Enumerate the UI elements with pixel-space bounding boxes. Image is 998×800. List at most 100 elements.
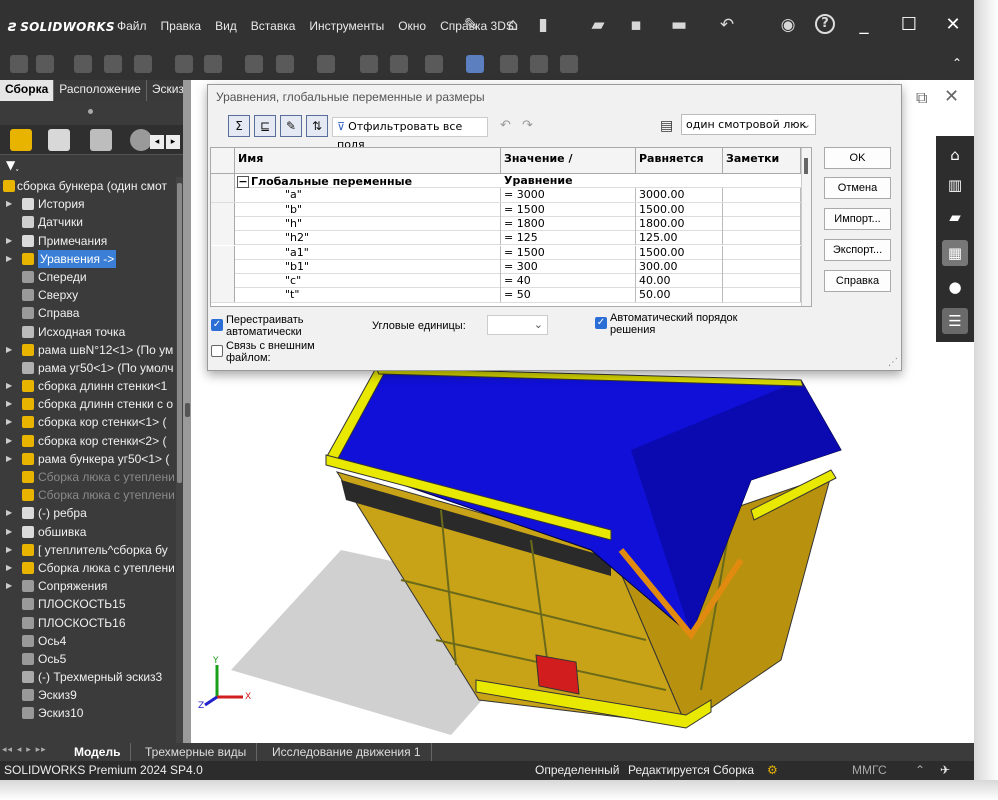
row-header[interactable] xyxy=(211,231,235,246)
view-palette-icon[interactable]: ▦ xyxy=(942,240,968,266)
cell-value[interactable]: 300.00 xyxy=(636,259,723,274)
table-row[interactable]: "h" = 1800 1800.00 xyxy=(211,216,801,232)
tree-item[interactable]: ▶ сборка длинн стенки<1 xyxy=(0,377,176,395)
units-chevron-icon[interactable]: ⌃ xyxy=(915,763,925,777)
cell-value[interactable]: 50.00 xyxy=(636,288,723,303)
row-header[interactable] xyxy=(211,274,235,289)
expand-arrow-icon[interactable]: ▶ xyxy=(6,250,12,268)
open-icon[interactable]: ▰ xyxy=(587,14,609,36)
menu-window[interactable]: Окно xyxy=(391,19,433,33)
tree-item[interactable]: ▶ Примечания xyxy=(0,232,176,250)
menu-tools[interactable]: Инструменты xyxy=(302,19,391,33)
table-scroll-thumb[interactable] xyxy=(804,158,808,174)
undo-icon[interactable]: ↶ xyxy=(716,14,738,36)
cell-notes[interactable] xyxy=(723,216,801,231)
cell-notes[interactable] xyxy=(723,202,801,217)
help-button[interactable]: Справка xyxy=(824,270,891,292)
dimxpert-tab-icon[interactable] xyxy=(130,129,152,151)
menu-insert[interactable]: Вставка xyxy=(244,19,303,33)
tree-item[interactable]: Спереди xyxy=(0,268,176,286)
table-row[interactable]: "h2" = 125 125.00 xyxy=(211,231,801,246)
tab-layout[interactable]: Расположение xyxy=(54,80,147,101)
toolbar-tool-icon[interactable] xyxy=(245,55,263,73)
tree-item[interactable]: (-) Трехмерный эскиз3 xyxy=(0,668,176,686)
tree-item[interactable]: Датчики xyxy=(0,213,176,231)
toolbar-tool-icon[interactable] xyxy=(276,55,294,73)
expand-arrow-icon[interactable]: ▶ xyxy=(6,559,12,577)
tree-item[interactable]: ▶ Уравнения -> xyxy=(0,249,176,268)
table-row[interactable]: "t" = 50 50.00 xyxy=(211,288,801,303)
header-notes[interactable]: Заметки xyxy=(723,148,801,174)
cell-equation[interactable]: = 50 xyxy=(501,288,636,303)
tree-item[interactable]: ▶ сборка кор стенки<2> ( xyxy=(0,432,176,450)
expand-arrow-icon[interactable]: ▶ xyxy=(6,432,12,450)
table-row[interactable]: "a1" = 1500 1500.00 xyxy=(211,245,801,260)
tree-item[interactable]: ▶ (-) ребра xyxy=(0,504,176,522)
toolbar-tool-icon[interactable] xyxy=(134,55,152,73)
header-equation[interactable]: Значение / Уравнение xyxy=(501,148,636,187)
tab-model[interactable]: Модель xyxy=(64,743,132,761)
cell-notes[interactable] xyxy=(723,274,801,289)
tab-scroll-right-icon[interactable]: ▸ xyxy=(166,135,180,149)
tree-item[interactable]: Ось4 xyxy=(0,632,176,650)
cell-name[interactable]: "b1" xyxy=(235,259,501,274)
link-file-checkbox[interactable] xyxy=(211,345,223,357)
cell-name[interactable]: "h" xyxy=(235,216,501,231)
restore-view-icon[interactable]: ⧉ xyxy=(916,88,927,108)
cell-value[interactable]: 40.00 xyxy=(636,274,723,289)
tree-item[interactable]: ▶ обшивка xyxy=(0,523,176,541)
tab-motion-study[interactable]: Исследование движения 1 xyxy=(262,743,432,761)
toolbar-tool-icon[interactable] xyxy=(390,55,408,73)
menu-view[interactable]: Вид xyxy=(208,19,244,33)
toolbar-tool-icon[interactable] xyxy=(500,55,518,73)
expand-arrow-icon[interactable]: ▶ xyxy=(6,577,12,595)
cell-equation[interactable]: = 1500 xyxy=(501,245,636,260)
equation-view-icon[interactable]: Σ xyxy=(228,115,250,137)
configurationmanager-tab-icon[interactable] xyxy=(90,129,112,151)
help-icon[interactable]: ? xyxy=(815,14,835,34)
tree-item[interactable]: Справа xyxy=(0,304,176,322)
redo-icon[interactable]: ↷ xyxy=(522,118,533,133)
filter-all-fields[interactable]: ⊽ Отфильтровать все поля xyxy=(332,117,488,151)
row-header[interactable] xyxy=(211,216,235,231)
cell-notes[interactable] xyxy=(723,231,801,246)
toolbar-tool-icon[interactable] xyxy=(204,55,222,73)
table-scrollbar[interactable] xyxy=(801,148,811,306)
cell-equation[interactable]: = 3000 xyxy=(501,188,636,203)
status-units[interactable]: ММГС xyxy=(852,763,887,777)
expand-arrow-icon[interactable]: ▶ xyxy=(6,504,12,522)
expand-arrow-icon[interactable]: ▶ xyxy=(6,377,12,395)
cancel-button[interactable]: Отмена xyxy=(824,177,891,199)
toolbar-tool-icon[interactable] xyxy=(317,55,335,73)
pin-icon[interactable]: ✎ xyxy=(460,14,482,36)
tools-icon[interactable]: ✈ xyxy=(940,763,950,777)
home-icon[interactable]: ⌂ xyxy=(502,14,524,36)
toolbar-tool-icon[interactable] xyxy=(466,55,484,73)
group-row[interactable]: − Глобальные переменные xyxy=(211,174,801,189)
expand-arrow-icon[interactable]: ▶ xyxy=(6,395,12,413)
tree-item[interactable]: Сверху xyxy=(0,286,176,304)
cell-name[interactable]: "c" xyxy=(235,274,501,289)
collapse-icon[interactable]: − xyxy=(237,176,249,188)
maximize-button[interactable]: ☐ xyxy=(893,12,925,38)
header-evaluates[interactable]: Равняется xyxy=(636,148,723,174)
expand-arrow-icon[interactable]: ▶ xyxy=(6,232,12,250)
expand-arrow-icon[interactable]: ▶ xyxy=(6,341,12,359)
new-document-icon[interactable]: ▮ xyxy=(532,14,554,36)
toolbar-tool-icon[interactable] xyxy=(74,55,92,73)
cell-name[interactable]: "t" xyxy=(235,288,501,303)
menu-edit[interactable]: Правка xyxy=(154,19,209,33)
toolbar-tool-icon[interactable] xyxy=(36,55,54,73)
cell-notes[interactable] xyxy=(723,188,801,203)
toolbar-tool-icon[interactable] xyxy=(530,55,548,73)
user-icon[interactable]: ◉ xyxy=(777,14,799,36)
expand-arrow-icon[interactable]: ▶ xyxy=(6,450,12,468)
tree-item[interactable]: Сборка люка с утеплени xyxy=(0,468,176,486)
print-icon[interactable]: ▬ xyxy=(668,14,690,36)
tree-scroll-thumb[interactable] xyxy=(177,183,182,483)
menu-file[interactable]: Файл xyxy=(110,19,154,33)
tree-item[interactable]: ПЛОСКОСТЬ15 xyxy=(0,595,176,613)
featuremanager-tab-icon[interactable] xyxy=(10,129,32,151)
tree-filter-icon[interactable]: ▼˯ xyxy=(0,155,183,177)
save-icon[interactable]: ▪ xyxy=(625,14,647,36)
